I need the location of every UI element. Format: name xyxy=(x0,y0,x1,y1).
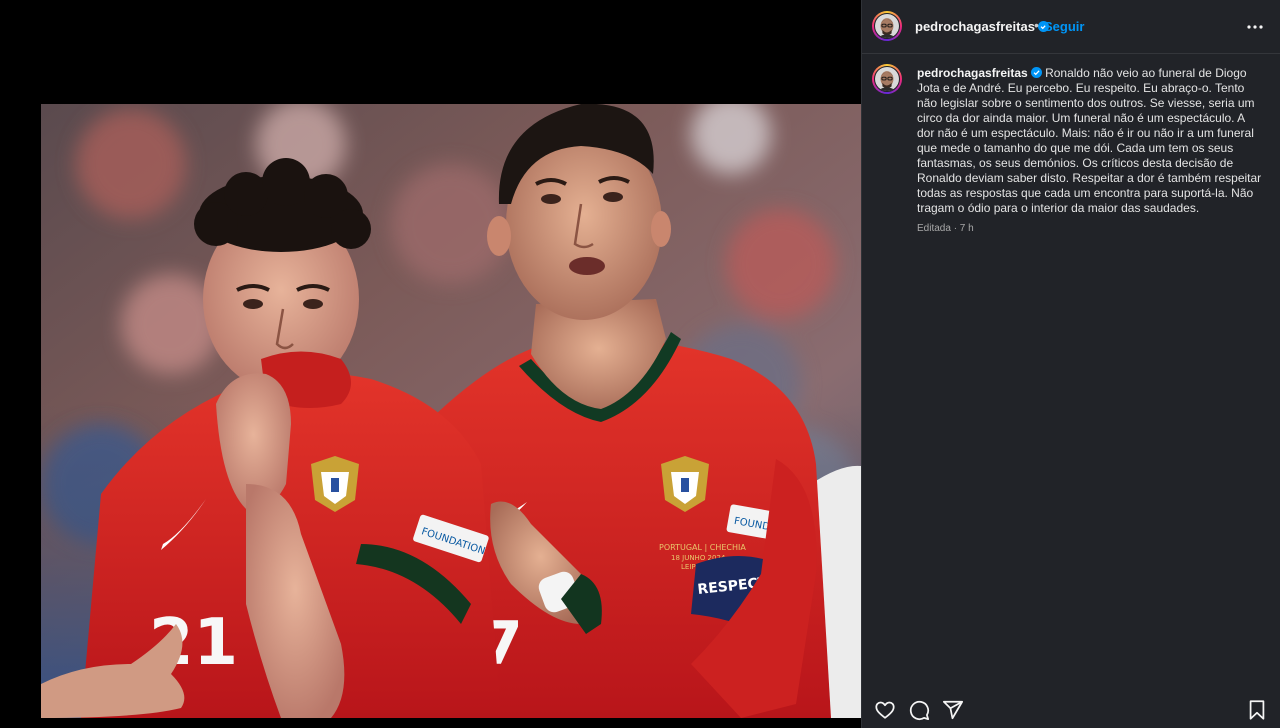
post-caption: pedrochagasfreitas Ronaldo não veio ao f… xyxy=(917,66,1262,216)
header-separator: • xyxy=(1034,17,1039,33)
heart-icon[interactable] xyxy=(874,699,896,721)
author-avatar-image xyxy=(874,13,900,39)
match-text-line-1: PORTUGAL | CHECHIA xyxy=(659,543,746,552)
author-avatar[interactable] xyxy=(872,11,902,41)
caption-author-avatar[interactable] xyxy=(872,64,902,94)
follow-button[interactable]: Seguir xyxy=(1044,19,1084,34)
post-header: pedrochagasfreitas • Seguir xyxy=(862,0,1280,54)
media-area: PORTUGAL | CHECHIA 18 JUNHO 2024 LEIPZIG… xyxy=(0,0,861,728)
share-icon[interactable] xyxy=(942,699,964,721)
comment-icon[interactable] xyxy=(908,699,930,721)
author-username[interactable]: pedrochagasfreitas xyxy=(915,19,1049,34)
post-viewer: PORTUGAL | CHECHIA 18 JUNHO 2024 LEIPZIG… xyxy=(0,0,1280,728)
author-username-text[interactable]: pedrochagasfreitas xyxy=(915,19,1035,34)
caption-author-username[interactable]: pedrochagasfreitas xyxy=(917,66,1028,80)
caption-text: Ronaldo não veio ao funeral de Diogo Jot… xyxy=(917,66,1262,215)
photo-illustration: PORTUGAL | CHECHIA 18 JUNHO 2024 LEIPZIG… xyxy=(41,104,861,718)
more-options-icon[interactable] xyxy=(1246,18,1264,36)
action-bar xyxy=(862,692,1280,728)
post-side-panel: pedrochagasfreitas • Seguir pedrochagasf… xyxy=(861,0,1280,728)
caption-verified-badge-icon xyxy=(1030,67,1042,78)
bookmark-icon[interactable] xyxy=(1246,699,1268,721)
post-meta: Editada · 7 h xyxy=(917,223,974,234)
post-photo[interactable]: PORTUGAL | CHECHIA 18 JUNHO 2024 LEIPZIG… xyxy=(41,104,861,718)
caption-author-avatar-image xyxy=(874,66,900,92)
